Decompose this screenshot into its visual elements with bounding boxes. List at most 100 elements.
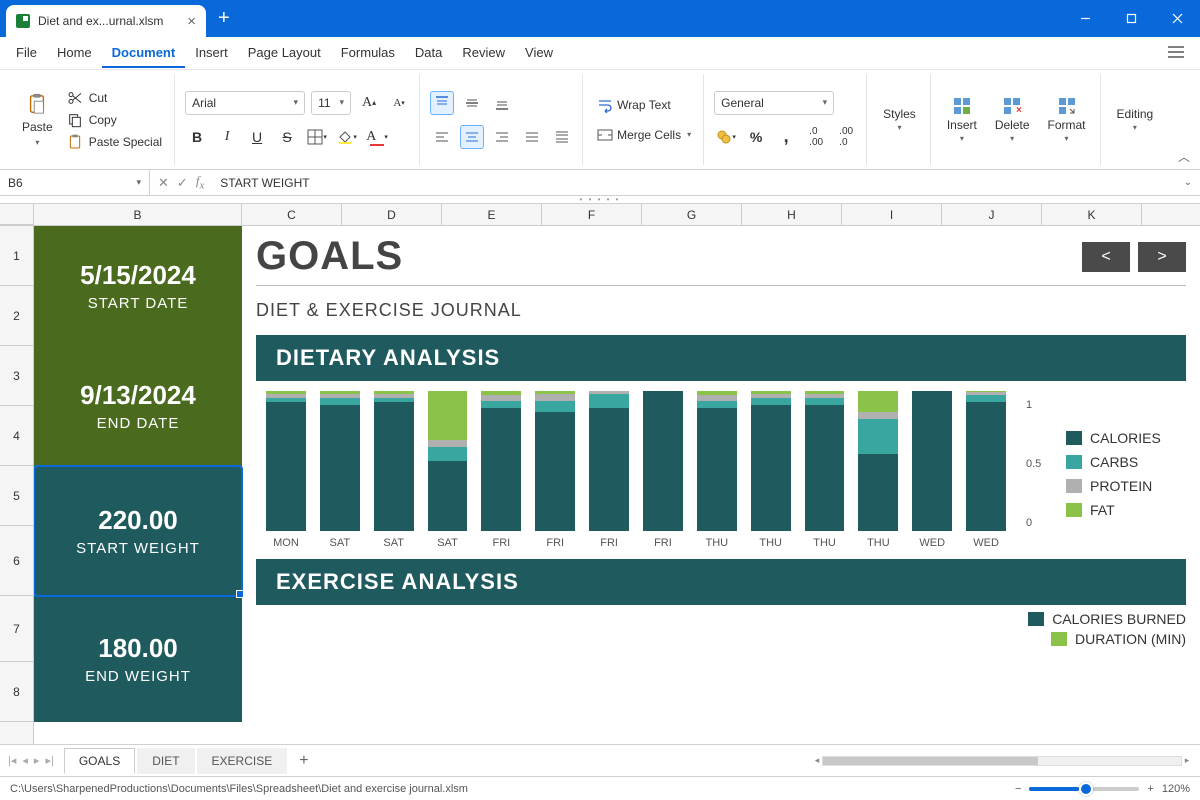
bar-13[interactable]: WED [966,391,1006,549]
sheet-nav-prev[interactable]: ◂ [22,754,28,767]
bar-9[interactable]: THU [751,391,791,549]
fill-color-button[interactable]: ▾ [335,125,359,149]
menu-formulas[interactable]: Formulas [331,39,405,68]
bar-11[interactable]: THU [858,391,898,549]
align-right-button[interactable] [490,125,514,149]
close-button[interactable] [1154,0,1200,37]
number-format-select[interactable]: General▾ [714,91,834,115]
font-name-select[interactable]: Arial▾ [185,91,305,115]
prev-button[interactable]: < [1082,242,1130,272]
split-handle[interactable]: • • • • • [0,196,1200,204]
col-header-I[interactable]: I [842,204,942,225]
col-header-F[interactable]: F [542,204,642,225]
next-button[interactable]: > [1138,242,1186,272]
paste-special-button[interactable]: Paste Special [63,132,166,152]
maximize-button[interactable] [1108,0,1154,37]
menu-review[interactable]: Review [452,39,515,68]
insert-button[interactable]: Insert▾ [941,76,983,163]
kpi-start-date[interactable]: 5/15/2024START DATE [34,226,242,346]
col-header-E[interactable]: E [442,204,542,225]
increase-font-button[interactable]: A▴ [357,91,381,115]
bar-4[interactable]: FRI [481,391,521,549]
align-bottom-button[interactable] [490,91,514,115]
menu-insert[interactable]: Insert [185,39,238,68]
zoom-in-button[interactable]: + [1147,783,1153,795]
delete-button[interactable]: ×Delete▾ [989,76,1036,163]
bar-0[interactable]: MON [266,391,306,549]
bar-8[interactable]: THU [697,391,737,549]
align-distribute-button[interactable] [550,125,574,149]
bar-7[interactable]: FRI [643,391,683,549]
borders-button[interactable]: ▾ [305,125,329,149]
editing-button[interactable]: Editing ▾ [1111,76,1160,163]
sheet-nav-first[interactable]: |◂ [8,754,16,767]
cancel-formula-button[interactable]: ✕ [158,175,169,191]
new-tab-button[interactable]: + [218,7,230,30]
font-color-button[interactable]: A▾ [365,125,389,149]
font-size-select[interactable]: 11▾ [311,91,351,115]
menu-home[interactable]: Home [47,39,102,68]
increase-decimal-button[interactable]: .0.00 [804,125,828,149]
align-justify-button[interactable] [520,125,544,149]
col-header-G[interactable]: G [642,204,742,225]
dietary-chart[interactable]: MONSATSATSATFRIFRIFRIFRITHUTHUTHUTHUWEDW… [256,399,1186,549]
col-header-H[interactable]: H [742,204,842,225]
decrease-font-button[interactable]: A▾ [387,91,411,115]
row-header-2[interactable]: 2 [0,286,33,346]
accept-formula-button[interactable]: ✓ [177,175,188,191]
formula-input[interactable]: START WEIGHT [212,176,1175,190]
sheet-tab-exercise[interactable]: EXERCISE [197,748,288,774]
name-box[interactable]: B6▾ [0,170,150,195]
bold-button[interactable]: B [185,125,209,149]
strike-button[interactable]: S [275,125,299,149]
format-button[interactable]: Format▾ [1042,76,1092,163]
bar-5[interactable]: FRI [535,391,575,549]
comma-button[interactable]: , [774,125,798,149]
collapse-ribbon-button[interactable]: ︿ [1178,148,1190,165]
bar-12[interactable]: WED [912,391,952,549]
sheet-nav[interactable]: |◂ ◂ ▸ ▸| [8,754,62,767]
underline-button[interactable]: U [245,125,269,149]
cut-button[interactable]: Cut [63,88,166,108]
zoom-slider[interactable] [1029,787,1139,791]
zoom-out-button[interactable]: − [1015,783,1021,795]
file-tab[interactable]: Diet and ex...urnal.xlsm × [6,5,206,37]
align-middle-button[interactable] [460,91,484,115]
col-header-C[interactable]: C [242,204,342,225]
copy-button[interactable]: Copy [63,110,166,130]
bar-1[interactable]: SAT [320,391,360,549]
kpi-start-weight[interactable]: 220.00START WEIGHT [34,466,242,596]
row-header-7[interactable]: 7 [0,596,33,662]
row-header-6[interactable]: 6 [0,526,33,596]
menu-page-layout[interactable]: Page Layout [238,39,331,68]
row-header-8[interactable]: 8 [0,662,33,722]
minimize-button[interactable] [1062,0,1108,37]
menu-document[interactable]: Document [102,39,186,68]
paste-button[interactable]: Paste ▾ [16,88,59,151]
merge-cells-button[interactable]: Merge Cells▾ [593,125,695,145]
italic-button[interactable]: I [215,125,239,149]
col-header-K[interactable]: K [1042,204,1142,225]
kpi-end-weight[interactable]: 180.00END WEIGHT [34,596,242,722]
row-header-4[interactable]: 4 [0,406,33,466]
sheet-tab-goals[interactable]: GOALS [64,748,135,774]
wrap-text-button[interactable]: Wrap Text [593,95,695,115]
expand-formula-bar[interactable]: ⌄ [1176,177,1200,188]
percent-button[interactable]: % [744,125,768,149]
kpi-end-date[interactable]: 9/13/2024END DATE [34,346,242,466]
sheet-nav-next[interactable]: ▸ [34,754,40,767]
bar-2[interactable]: SAT [374,391,414,549]
bar-6[interactable]: FRI [589,391,629,549]
currency-button[interactable]: ▾ [714,125,738,149]
row-header-5[interactable]: 5 [0,466,33,526]
menu-data[interactable]: Data [405,39,452,68]
col-header-J[interactable]: J [942,204,1042,225]
align-top-button[interactable] [430,91,454,115]
styles-button[interactable]: Styles ▾ [877,76,922,163]
sheet-area[interactable]: 12345678 5/15/2024START DATE9/13/2024END… [0,226,1200,744]
hamburger-menu[interactable] [1158,40,1194,67]
bar-3[interactable]: SAT [428,391,468,549]
menu-file[interactable]: File [6,39,47,68]
row-header-1[interactable]: 1 [0,226,33,286]
select-all-corner[interactable] [0,204,34,225]
